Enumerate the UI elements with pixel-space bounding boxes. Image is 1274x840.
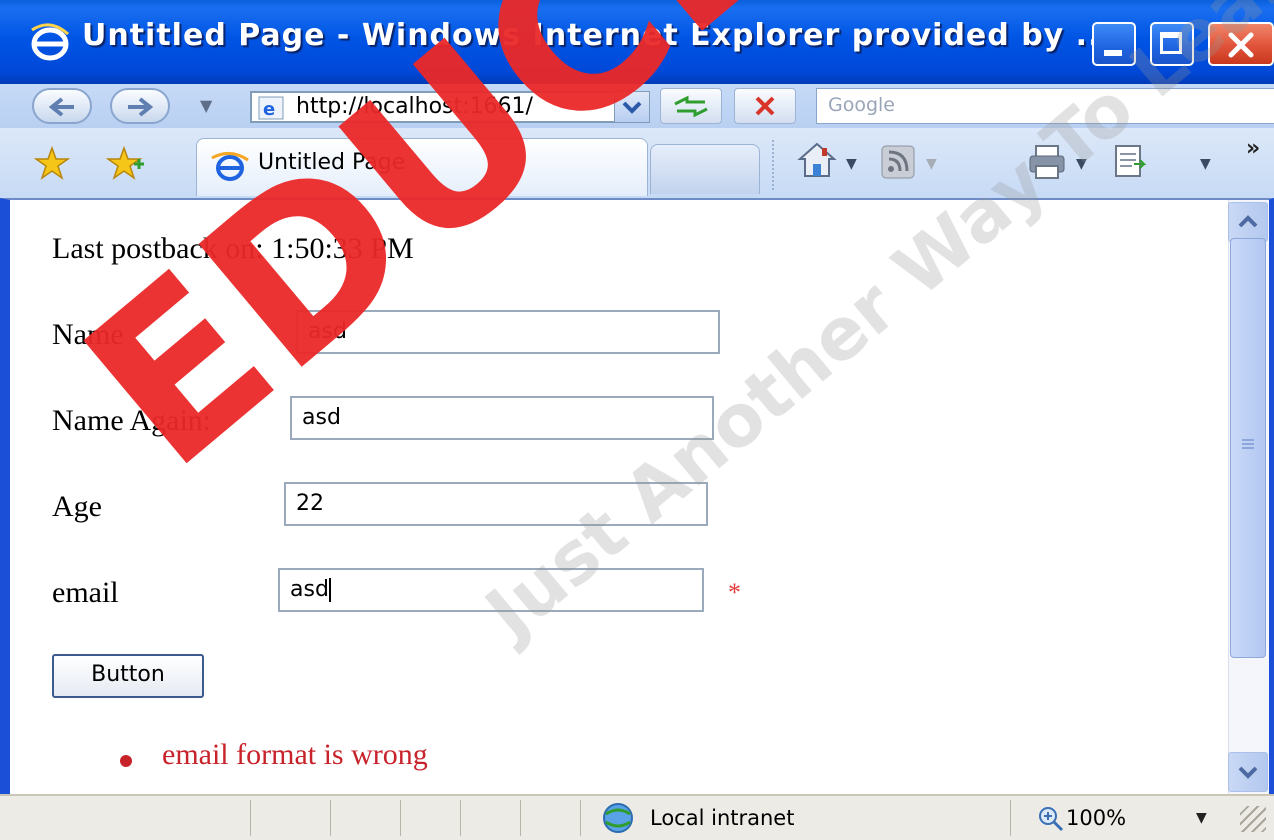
resize-grip-icon[interactable]: [1240, 806, 1266, 832]
forward-button[interactable]: [110, 88, 170, 124]
ie-logo-icon: [31, 23, 69, 61]
recent-pages-dropdown-icon[interactable]: ▼: [200, 96, 212, 115]
minimize-button[interactable]: [1092, 22, 1136, 66]
status-divider: [250, 800, 251, 836]
validation-summary-item: email format is wrong: [162, 738, 428, 771]
window-title: Untitled Page - Windows Internet Explore…: [82, 18, 1113, 53]
page-menu-icon[interactable]: [1110, 142, 1150, 182]
status-divider: [520, 800, 521, 836]
page-icon: e: [258, 96, 284, 120]
scroll-down-button[interactable]: [1228, 752, 1268, 792]
new-tab-button[interactable]: [650, 144, 760, 194]
close-button[interactable]: [1208, 22, 1274, 66]
address-dropdown-button[interactable]: [614, 92, 649, 122]
maximize-button[interactable]: [1150, 22, 1194, 66]
home-dropdown-icon[interactable]: ▼: [846, 156, 857, 172]
home-icon[interactable]: [796, 140, 838, 180]
stop-button[interactable]: [734, 88, 796, 124]
status-divider: [330, 800, 331, 836]
grip-icon: [1242, 439, 1254, 441]
name-label: Name: [52, 318, 124, 351]
close-icon: [1228, 32, 1254, 58]
chevron-down-icon: [622, 101, 642, 114]
address-text[interactable]: http://localhost:1661/: [296, 94, 612, 119]
refresh-button[interactable]: [660, 88, 722, 124]
feeds-dropdown-icon[interactable]: ▼: [926, 156, 937, 172]
feeds-icon[interactable]: [880, 144, 916, 180]
name-again-input[interactable]: asd: [290, 396, 714, 440]
age-label: Age: [52, 490, 102, 523]
tab-label: Untitled Page: [258, 150, 406, 175]
refresh-icon: [674, 95, 708, 118]
page-dropdown-icon[interactable]: ▼: [1200, 156, 1211, 172]
scroll-up-button[interactable]: [1228, 202, 1268, 242]
minimize-icon: [1104, 50, 1122, 56]
email-input[interactable]: asd: [278, 568, 704, 612]
favorites-star-icon[interactable]: [34, 146, 70, 180]
name-again-label: Name Again:: [52, 404, 212, 437]
back-arrow-icon: [48, 97, 74, 117]
status-divider: [400, 800, 401, 836]
print-icon[interactable]: [1026, 142, 1068, 182]
ie-tab-icon: [211, 152, 249, 181]
status-divider: [1010, 800, 1011, 836]
stop-icon: [755, 96, 775, 116]
search-placeholder: Google: [828, 94, 896, 116]
last-postback-text: Last postback on: 1:50:33 PM: [52, 232, 414, 265]
print-dropdown-icon[interactable]: ▼: [1076, 156, 1087, 172]
chevron-down-icon: [1238, 766, 1258, 779]
zoom-icon: [1039, 807, 1064, 832]
toolbar-overflow-button[interactable]: »: [1246, 136, 1260, 161]
age-input[interactable]: 22: [284, 482, 708, 526]
add-favorite-icon[interactable]: [106, 146, 146, 180]
email-required-marker: *: [728, 578, 741, 607]
status-divider: [580, 800, 581, 836]
email-input-value: asd: [290, 577, 329, 602]
security-zone[interactable]: Local intranet: [650, 806, 794, 830]
name-input[interactable]: asd: [296, 310, 720, 354]
svg-text:e: e: [263, 99, 275, 120]
maximize-icon: [1160, 32, 1182, 54]
back-button[interactable]: [32, 88, 92, 124]
zoom-dropdown-icon[interactable]: ▼: [1196, 810, 1207, 826]
submit-button[interactable]: Button: [52, 654, 204, 698]
intranet-globe-icon: [603, 803, 633, 833]
text-cursor: [328, 578, 331, 602]
status-divider: [460, 800, 461, 836]
chevron-up-icon: [1238, 215, 1258, 228]
scroll-thumb[interactable]: [1230, 238, 1266, 658]
zoom-level[interactable]: 100%: [1066, 806, 1126, 830]
email-label: email: [52, 576, 119, 609]
forward-arrow-icon: [128, 97, 154, 117]
error-bullet: [120, 755, 132, 767]
toolbar-divider: [772, 140, 776, 190]
